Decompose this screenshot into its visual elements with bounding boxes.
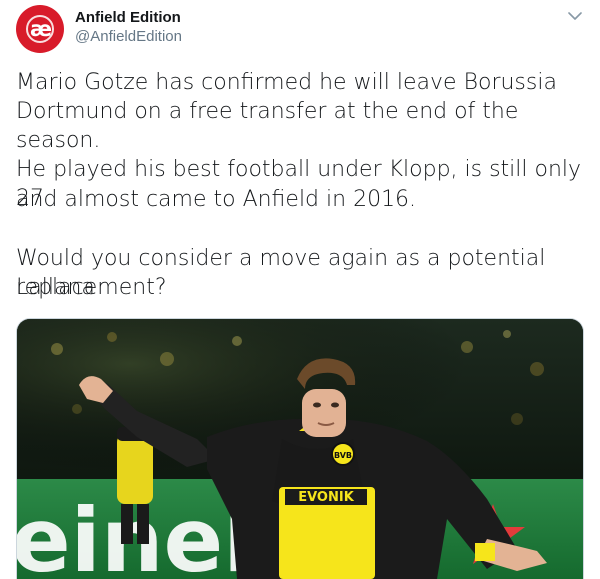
crest-text: BVB (334, 451, 352, 460)
tweet-text-line: replacement? (16, 275, 167, 300)
player-photo: einek EVONIK BVB (17, 319, 583, 579)
tweet-text-line: Mario Gotze has confirmed he will leave … (16, 70, 557, 95)
tweet: æ Anfield Edition @AnfieldEdition Mario … (0, 0, 600, 579)
shirt-sponsor: EVONIK (298, 490, 354, 505)
chevron-down-icon[interactable] (566, 9, 584, 23)
avatar-logo: æ (29, 17, 52, 41)
avatar[interactable]: æ (16, 5, 64, 53)
tweet-text-line: Dortmund on a free transfer at the end o… (16, 99, 519, 153)
author-handle[interactable]: @AnfieldEdition (75, 28, 182, 46)
tweet-text-line: and almost came to Anfield in 2016. (16, 187, 417, 212)
author-name[interactable]: Anfield Edition (75, 9, 181, 27)
tweet-media-photo[interactable]: einek EVONIK BVB (16, 318, 584, 579)
